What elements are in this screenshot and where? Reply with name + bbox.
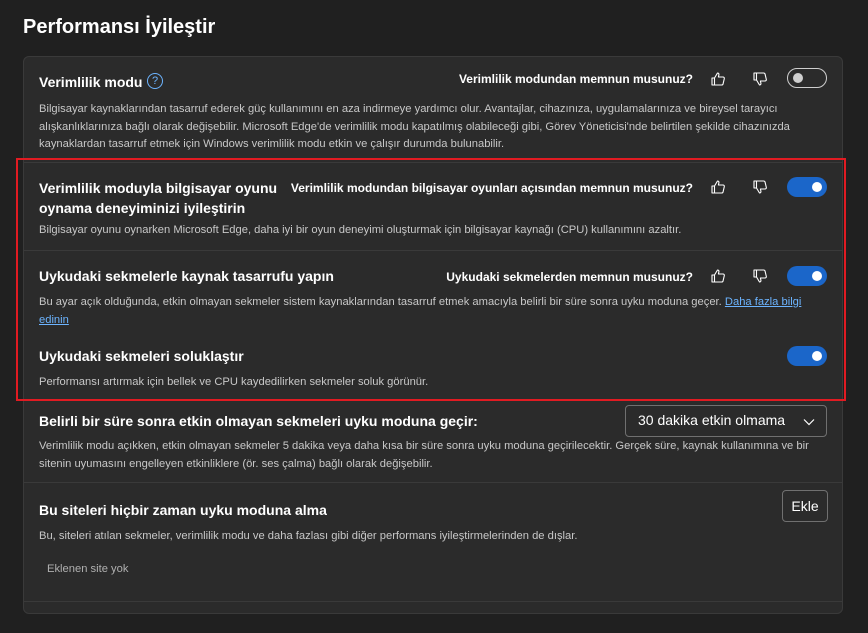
no-sites-text: Eklenen site yok bbox=[47, 563, 129, 575]
thumbs-down-icon[interactable] bbox=[752, 268, 768, 284]
thumbs-up-icon[interactable] bbox=[710, 268, 726, 284]
help-circle-icon[interactable]: ? bbox=[147, 73, 163, 89]
page-title: Performansı İyileştir bbox=[23, 16, 216, 38]
efficiency-mode-description: Bilgisayar kaynaklarından tasarruf edere… bbox=[39, 103, 790, 150]
gaming-toggle[interactable] bbox=[787, 177, 827, 197]
add-site-button[interactable]: Ekle bbox=[782, 490, 828, 522]
sleeping-tabs-title: Uykudaki sekmelerle kaynak tasarrufu yap… bbox=[39, 268, 334, 284]
fade-tabs-toggle[interactable] bbox=[787, 346, 827, 366]
efficiency-mode-title: Verimlilik modu bbox=[39, 74, 143, 90]
sleep-after-select[interactable]: 30 dakika etkin olmama bbox=[625, 405, 827, 437]
sleeping-tabs-description: Bu ayar açık olduğunda, etkin olmayan se… bbox=[39, 294, 824, 329]
efficiency-mode-toggle[interactable] bbox=[787, 68, 827, 88]
divider bbox=[24, 250, 842, 251]
gaming-feedback-question: Verimlilik modundan bilgisayar oyunları … bbox=[290, 181, 693, 195]
fade-tabs-title: Uykudaki sekmeleri soluklaştır bbox=[39, 348, 244, 364]
efficiency-feedback-question: Verimlilik modundan memnun musunuz? bbox=[458, 72, 693, 86]
sleep-after-title: Belirli bir süre sonra etkin olmayan sek… bbox=[39, 413, 478, 429]
thumbs-down-icon[interactable] bbox=[752, 71, 768, 87]
divider bbox=[24, 162, 842, 163]
thumbs-down-icon[interactable] bbox=[752, 179, 768, 195]
gaming-description: Bilgisayar oyunu oynarken Microsoft Edge… bbox=[39, 224, 682, 236]
thumbs-up-icon[interactable] bbox=[710, 71, 726, 87]
fade-tabs-description: Performansı artırmak için bellek ve CPU … bbox=[39, 376, 429, 388]
divider bbox=[24, 482, 842, 483]
never-sleep-title: Bu siteleri hiçbir zaman uyku moduna alm… bbox=[39, 502, 327, 518]
sleeping-tabs-toggle[interactable] bbox=[787, 266, 827, 286]
sleep-after-selected-value: 30 dakika etkin olmama bbox=[638, 412, 786, 428]
sleeping-tabs-description-text: Bu ayar açık olduğunda, etkin olmayan se… bbox=[39, 296, 722, 308]
never-sleep-description: Bu, siteleri atılan sekmeler, verimlilik… bbox=[39, 530, 578, 542]
sleep-after-description: Verimlilik modu açıkken, etkin olmayan s… bbox=[39, 440, 809, 470]
thumbs-up-icon[interactable] bbox=[710, 179, 726, 195]
divider bbox=[24, 601, 842, 602]
gaming-title-line2: oynama deneyiminizi iyileştirin bbox=[39, 200, 246, 216]
gaming-title-line1: Verimlilik moduyla bilgisayar oyunu bbox=[39, 180, 278, 196]
chevron-down-icon bbox=[803, 419, 815, 426]
sleeping-tabs-feedback-question: Uykudaki sekmelerden memnun musunuz? bbox=[446, 270, 693, 284]
